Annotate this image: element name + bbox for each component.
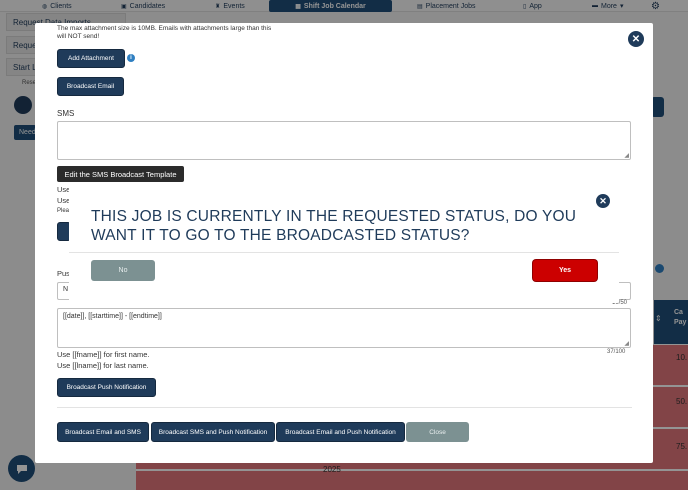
push-message-textarea[interactable]: [[date]], [[starttime]] - [[endtime]] ◢ (57, 308, 631, 348)
status-confirmation-dialog: ✕ THIS JOB IS CURRENTLY IN THE REQUESTED… (69, 185, 619, 303)
confirmation-message: THIS JOB IS CURRENTLY IN THE REQUESTED S… (91, 208, 577, 244)
broadcast-push-button[interactable]: Broadcast Push Notification (57, 378, 156, 397)
no-button[interactable]: No (91, 260, 155, 281)
push-message-counter: 37/100 (607, 349, 626, 355)
broadcast-email-push-button[interactable]: Broadcast Email and Push Notification (276, 422, 405, 442)
yes-button[interactable]: Yes (533, 260, 597, 281)
broadcast-sms-push-button[interactable]: Broadcast SMS and Push Notification (151, 422, 275, 442)
close-icon[interactable]: ✕ (596, 194, 610, 208)
hint-text: Plea (57, 208, 70, 214)
close-button[interactable]: Close (406, 422, 469, 442)
broadcast-email-sms-button[interactable]: Broadcast Email and SMS (57, 422, 149, 442)
edit-sms-template-button[interactable]: Edit the SMS Broadcast Template (57, 166, 184, 182)
info-icon[interactable]: i (127, 54, 135, 62)
push-label: Pus (57, 269, 70, 278)
broadcast-email-button[interactable]: Broadcast Email (57, 77, 124, 96)
sms-label: SMS (57, 109, 75, 118)
divider (57, 407, 632, 408)
divider (69, 252, 619, 253)
hint-lname: Use [[lname]] for last name. (57, 361, 149, 370)
add-attachment-button[interactable]: Add Attachment (57, 49, 125, 68)
attachment-note: The max attachment size is 10MB. Emails … (57, 25, 272, 40)
resize-handle-icon[interactable]: ◢ (624, 152, 629, 159)
close-icon[interactable]: ✕ (628, 31, 644, 47)
resize-handle-icon[interactable]: ◢ (624, 340, 629, 347)
sms-textarea[interactable]: ◢ (57, 121, 631, 160)
hint-fname: Use [[fname]] for first name. (57, 350, 150, 359)
